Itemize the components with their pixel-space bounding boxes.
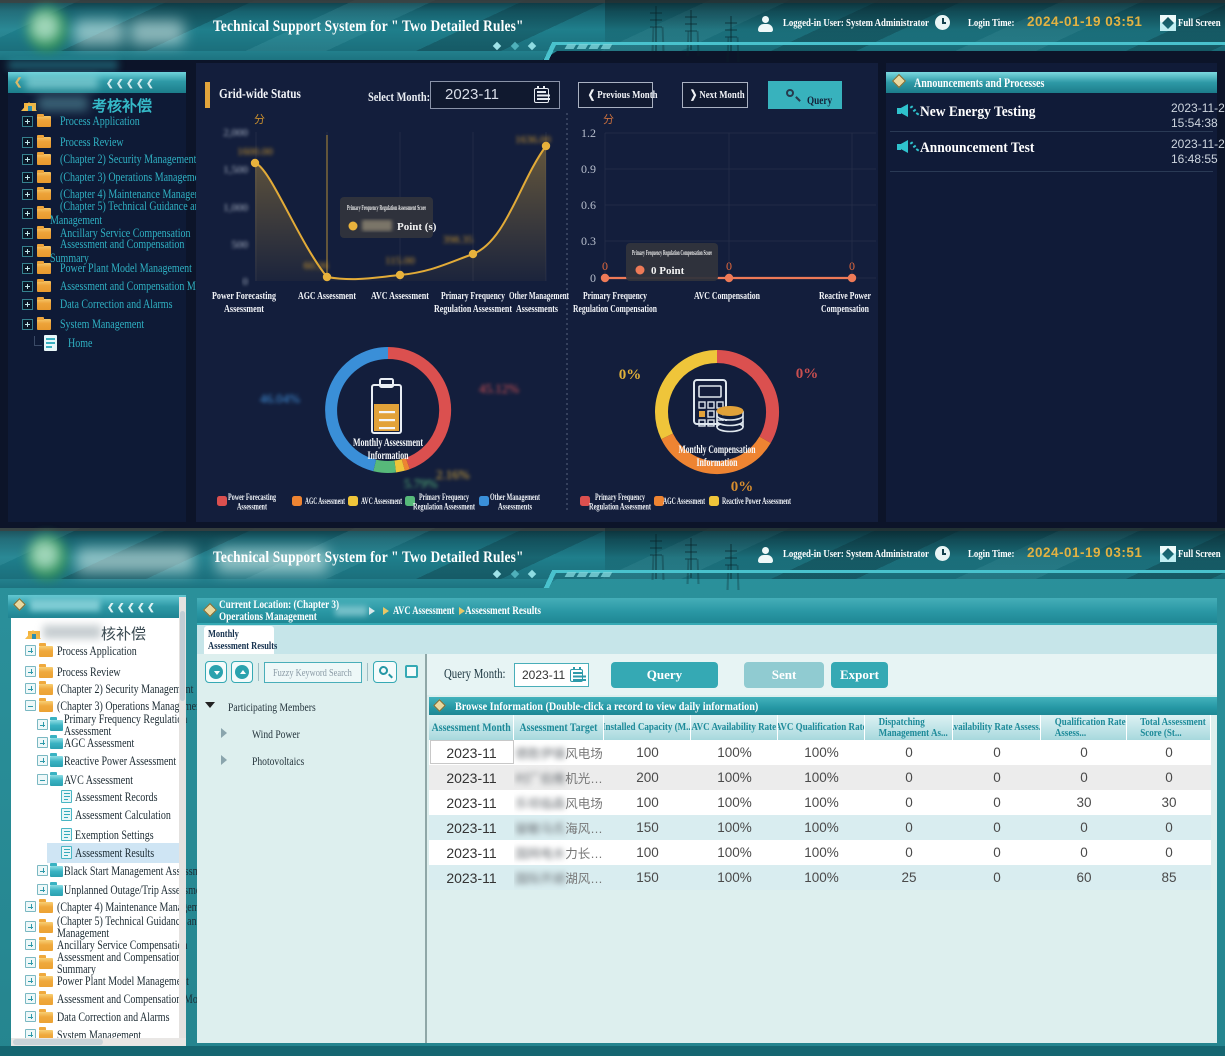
svg-text:Reactive Power: Reactive Power <box>819 290 871 302</box>
svg-text:Assessments: Assessments <box>516 303 559 315</box>
svg-text:0: 0 <box>602 259 608 273</box>
svg-text:Regulation Compensation: Regulation Compensation <box>573 303 657 315</box>
svg-text:Information: Information <box>697 455 738 469</box>
svg-text:0: 0 <box>726 259 732 273</box>
svg-text:Primary Frequency: Primary Frequency <box>419 492 469 502</box>
svg-text:115.00: 115.00 <box>385 255 415 267</box>
svg-text:0.9: 0.9 <box>581 162 596 176</box>
svg-text:AVC Compensation: AVC Compensation <box>694 290 760 302</box>
svg-text:Regulation Assessment: Regulation Assessment <box>434 303 512 315</box>
svg-text:AVC Assessment: AVC Assessment <box>371 290 429 302</box>
svg-text:Regulation Assessment: Regulation Assessment <box>589 502 651 512</box>
svg-text:0%: 0% <box>619 367 642 383</box>
svg-text:1636.00: 1636.00 <box>515 134 551 146</box>
svg-text:Primary Frequency: Primary Frequency <box>441 290 505 302</box>
svg-text:Assessments: Assessments <box>498 502 532 512</box>
svg-text:0: 0 <box>243 276 249 288</box>
svg-text:Assessment: Assessment <box>237 502 267 512</box>
svg-text:Primary Frequency Regulation A: Primary Frequency Regulation Assessment … <box>347 203 426 212</box>
svg-text:60.36: 60.36 <box>304 260 329 272</box>
svg-text:500: 500 <box>232 239 249 251</box>
svg-text:5.79%: 5.79% <box>404 476 438 491</box>
svg-text:46.04%: 46.04% <box>260 391 300 406</box>
svg-text:Monthly Compensation: Monthly Compensation <box>679 442 756 456</box>
svg-text:1,000: 1,000 <box>223 202 248 214</box>
svg-text:1,500: 1,500 <box>223 164 248 176</box>
svg-text:1.2: 1.2 <box>581 126 596 140</box>
svg-text:Information: Information <box>368 448 409 462</box>
svg-text:分: 分 <box>603 113 614 126</box>
svg-text:0: 0 <box>590 271 596 285</box>
svg-text:Primary Frequency: Primary Frequency <box>583 290 647 302</box>
svg-text:Primary Frequency: Primary Frequency <box>595 492 645 502</box>
svg-text:0: 0 <box>849 259 855 273</box>
svg-text:2.16%: 2.16% <box>436 467 470 482</box>
svg-text:Other Management: Other Management <box>490 492 540 502</box>
svg-text:AGC Assessment: AGC Assessment <box>663 496 705 506</box>
svg-text:0.3: 0.3 <box>581 234 596 248</box>
svg-text:45.12%: 45.12% <box>479 381 519 396</box>
svg-text:Assessment: Assessment <box>224 303 264 315</box>
svg-text:分: 分 <box>254 113 265 126</box>
svg-text:Other Management: Other Management <box>509 290 569 302</box>
svg-text:Compensation: Compensation <box>821 303 869 315</box>
svg-text:Power Forecasting: Power Forecasting <box>212 290 276 302</box>
svg-text:Monthly Assessment: Monthly Assessment <box>353 435 423 449</box>
svg-text:398.35: 398.35 <box>443 234 474 246</box>
svg-text:Power Forecasting: Power Forecasting <box>228 492 276 502</box>
svg-text:0%: 0% <box>796 366 819 382</box>
svg-text:0 Point: 0 Point <box>651 265 685 277</box>
svg-text:AGC Assessment: AGC Assessment <box>298 290 356 302</box>
svg-text:Regulation Assessment: Regulation Assessment <box>413 502 475 512</box>
svg-text:Point (s): Point (s) <box>397 221 437 233</box>
svg-text:2,000: 2,000 <box>223 127 248 139</box>
svg-text:0.6: 0.6 <box>581 198 596 212</box>
svg-text:AGC Assessment: AGC Assessment <box>305 496 345 506</box>
svg-text:0%: 0% <box>731 479 754 495</box>
svg-text:AVC Assessment: AVC Assessment <box>361 496 402 506</box>
svg-text:Primary Frequency Regulation C: Primary Frequency Regulation Compensatio… <box>632 248 712 257</box>
svg-text:1600.00: 1600.00 <box>237 146 273 158</box>
svg-text:Reactive Power Assessment: Reactive Power Assessment <box>722 496 791 506</box>
